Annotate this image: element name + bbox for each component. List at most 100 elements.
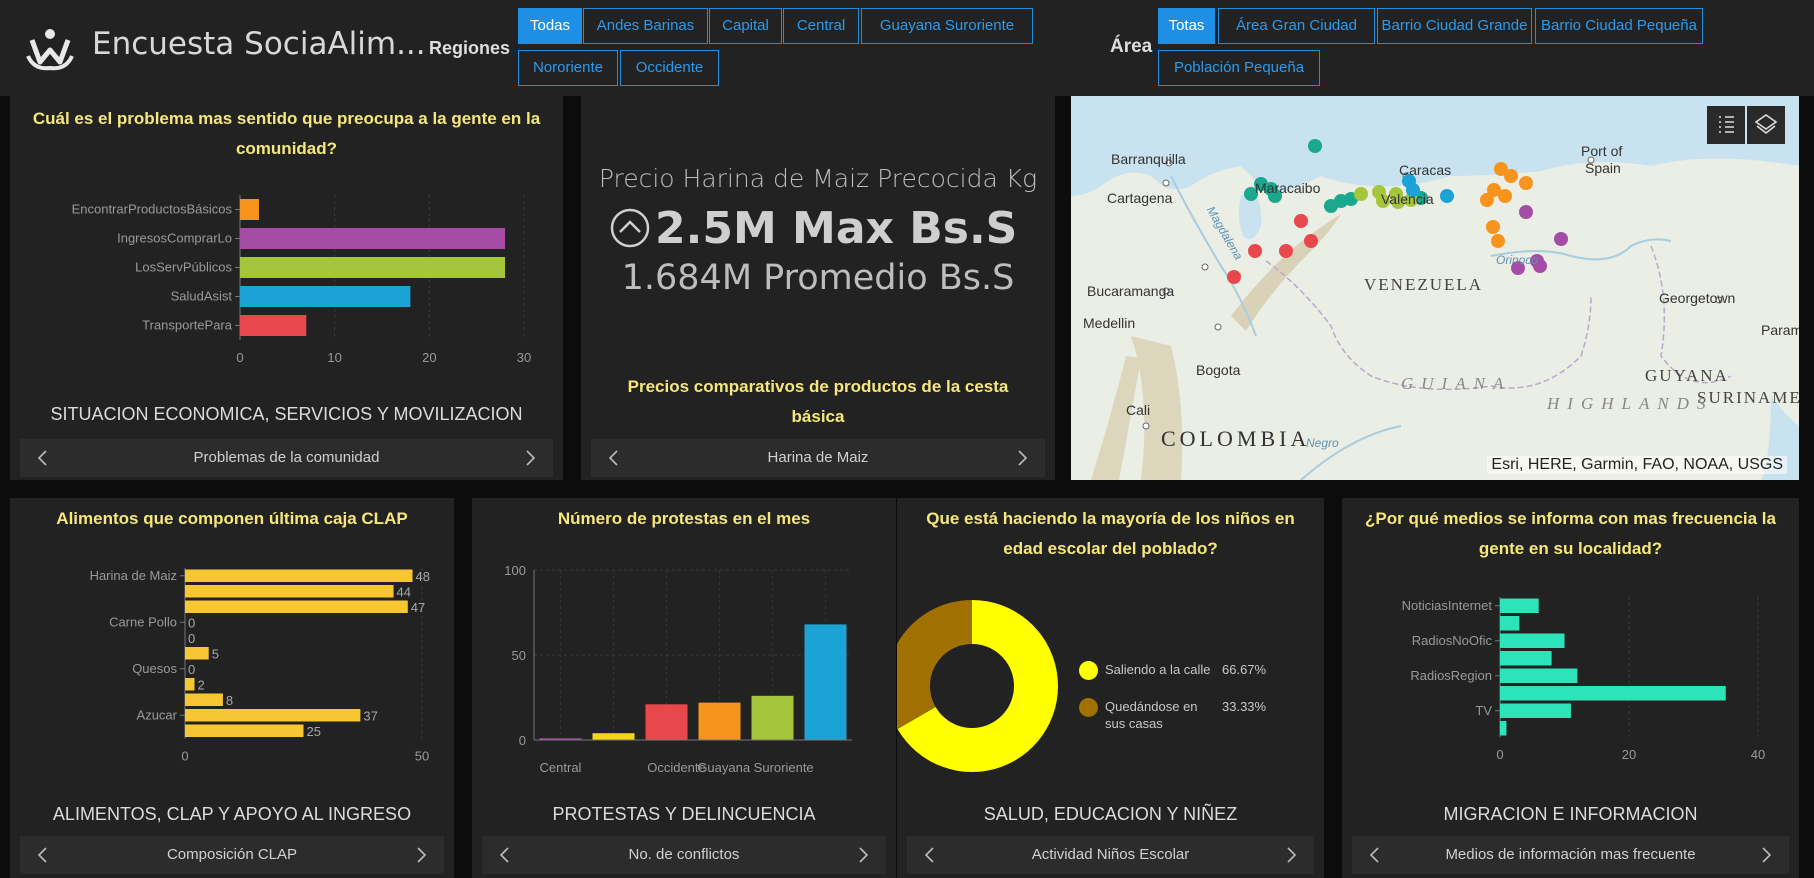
- map-label-negro: Negro: [1306, 436, 1339, 450]
- app-title: Encuesta SociaAlim...: [92, 26, 426, 62]
- indicator-max: 2.5M Max Bs.S: [609, 203, 1017, 254]
- bar: [1500, 598, 1539, 613]
- area-chip[interactable]: Totas: [1158, 8, 1215, 44]
- map-label-port-of-spain-2: Spain: [1585, 160, 1621, 176]
- y-tick-label: NoticiasInternet: [1402, 598, 1493, 613]
- panel-media: ¿Por qué medios se informa con mas frecu…: [1342, 498, 1799, 878]
- map-label-bucaramanga: Bucaramanga: [1087, 283, 1175, 299]
- region-chip[interactable]: Occidente: [620, 50, 719, 86]
- region-chip[interactable]: Nororiente: [518, 50, 618, 86]
- map-label-param: Param: [1761, 322, 1799, 338]
- panel-problems: Cuál es el problema mas sentido que preo…: [10, 96, 563, 480]
- panel-clap: Alimentos que componen última caja CLAP …: [10, 498, 454, 878]
- y-tick-label: 0: [519, 733, 526, 748]
- area-label: Área: [1110, 36, 1153, 57]
- y-tick-label: 50: [512, 648, 526, 663]
- section-title: MIGRACION E INFORMACION: [1443, 804, 1698, 824]
- panel-nav-protests: No. de conflictos: [482, 836, 886, 874]
- legend-label: Saliendo a la calle: [1105, 662, 1211, 677]
- chevron-right-icon[interactable]: [854, 846, 872, 864]
- region-chip[interactable]: Guayana Suroriente: [861, 8, 1033, 44]
- bar: [185, 709, 361, 722]
- bar: [698, 702, 741, 740]
- region-chip[interactable]: Capital: [709, 8, 782, 44]
- chevron-left-icon[interactable]: [921, 846, 939, 864]
- panel-protests: Número de protestas en el mes 0 50 100 Cent…: [472, 498, 896, 878]
- legend-label: Quedándose en: [1105, 699, 1198, 714]
- x-tick-label: 10: [327, 350, 341, 365]
- legend-swatch: [1079, 661, 1098, 680]
- x-tick-label: 20: [422, 350, 436, 365]
- protests-bar-chart: 050100Central OccidenteGuayana Suroriente: [504, 563, 852, 775]
- people-hands-logo-icon: [26, 29, 74, 71]
- bar: [1500, 668, 1578, 683]
- y-tick-label: IngresosComprarLo: [117, 231, 232, 246]
- chevron-right-icon[interactable]: [412, 846, 430, 864]
- x-tick-label: 30: [517, 350, 531, 365]
- panel-title: Cuál es el problema mas sentido que preo…: [32, 109, 541, 158]
- indicator-title: Precio Harina de Maiz Precocida Kg: [598, 164, 1038, 193]
- section-title: SITUACION ECONOMICA, SERVICIOS Y MOVILIZ…: [50, 404, 523, 424]
- panel-title: Número de protestas en el mes: [557, 509, 811, 528]
- media-bar-chart: 0 20 40 NoticiasInternet RadiosNoOfic RadiosR…: [1402, 597, 1765, 762]
- chevron-left-icon[interactable]: [496, 846, 514, 864]
- legend-list-icon: [1719, 116, 1734, 133]
- y-tick-label: Quesos: [132, 661, 177, 676]
- legend-percent: 66.67%: [1222, 662, 1267, 677]
- chevron-right-icon[interactable]: [1013, 449, 1031, 467]
- legend-label-cont: sus casas: [1105, 716, 1163, 731]
- chevron-right-icon[interactable]: [521, 449, 539, 467]
- section-title: PROTESTAS Y DELINCUENCIA: [552, 804, 816, 824]
- data-label: 37: [363, 708, 377, 723]
- map-label-maracaibo: Maracaibo: [1255, 180, 1321, 196]
- area-chip[interactable]: Barrio Ciudad Grande: [1377, 8, 1532, 44]
- legend-swatch: [1079, 698, 1098, 717]
- data-label: 0: [188, 615, 195, 630]
- panel-nav-media: Medios de información mas frecuente: [1352, 836, 1789, 874]
- indicator-max-value: 2.5M Max Bs.S: [655, 203, 1018, 254]
- bar: [645, 704, 688, 740]
- regiones-label: Regiones: [429, 38, 511, 58]
- panel-title: Que está haciendo la mayoría de los niño…: [926, 509, 1295, 558]
- chevron-left-icon[interactable]: [1366, 846, 1384, 864]
- panel-indicator: Precio Harina de Maiz Precocida Kg 2.5M …: [581, 96, 1055, 480]
- y-tick-label: TransportePara: [142, 318, 233, 333]
- x-tick-label: 20: [1622, 747, 1636, 762]
- area-chip[interactable]: Población Pequeña: [1158, 50, 1320, 86]
- chevron-right-icon[interactable]: [1282, 846, 1300, 864]
- chevron-right-icon[interactable]: [1757, 846, 1775, 864]
- data-label: 0: [188, 662, 195, 677]
- data-label: 48: [416, 569, 430, 584]
- chevron-left-icon[interactable]: [34, 449, 52, 467]
- chevron-left-icon[interactable]: [34, 846, 52, 864]
- map-attribution: Esri, HERE, Garmin, FAO, NOAA, USGS: [1487, 456, 1787, 474]
- map-label-port-of-spain-1: Port of: [1581, 143, 1623, 159]
- map-layers-button[interactable]: [1747, 106, 1785, 144]
- bar: [185, 678, 195, 691]
- bar: [751, 695, 794, 740]
- map-view[interactable]: Barranquilla Cartagena Maracaibo Caracas…: [1071, 96, 1799, 480]
- nav-label: Harina de Maiz: [767, 449, 869, 466]
- y-tick-label: RadiosRegion: [1410, 668, 1492, 683]
- area-chip[interactable]: Barrio Ciudad Pequeña: [1535, 8, 1703, 44]
- region-chip[interactable]: Todas: [518, 8, 582, 44]
- chevron-left-icon[interactable]: [605, 449, 623, 467]
- area-chip[interactable]: Área Gran Ciudad: [1218, 8, 1375, 44]
- data-label: 8: [226, 693, 233, 708]
- map-legend-button[interactable]: [1707, 106, 1745, 144]
- map-label-cali: Cali: [1126, 402, 1151, 418]
- panel-title: ¿Por qué medios se informa con mas frecu…: [1365, 509, 1776, 558]
- bar: [185, 600, 408, 613]
- bar: [1500, 703, 1571, 718]
- region-chip[interactable]: Central: [783, 8, 859, 44]
- map-label-barranquilla: Barranquilla: [1111, 151, 1186, 167]
- panel-nav-children: Actividad Niños Escolar: [907, 836, 1314, 874]
- panel-nav-problems: Problemas de la comunidad: [20, 439, 553, 477]
- y-tick-label: RadiosNoOfic: [1412, 633, 1493, 648]
- bar: [1500, 651, 1552, 666]
- bar: [1500, 721, 1507, 736]
- region-chip[interactable]: Andes Barinas: [583, 8, 708, 44]
- legend-percent: 33.33%: [1222, 699, 1267, 714]
- data-label: 44: [397, 584, 411, 599]
- panel-nav-clap: Composición CLAP: [20, 836, 444, 874]
